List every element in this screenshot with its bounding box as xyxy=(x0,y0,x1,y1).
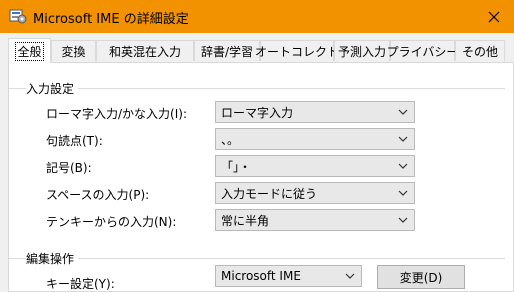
select-value: 、。 xyxy=(221,132,240,147)
symbol-select[interactable]: 「」・ xyxy=(215,155,415,177)
space-input-label: スペースの入力(P): xyxy=(46,188,150,202)
tab-label: 全般 xyxy=(15,41,44,61)
chevron-down-icon xyxy=(398,190,408,196)
tab-other[interactable]: その他 xyxy=(455,40,505,61)
tab-conversion[interactable]: 変換 xyxy=(51,40,96,61)
numpad-input-select[interactable]: 常に半角 xyxy=(215,209,415,231)
edit-ops-title: 編集操作 xyxy=(26,250,79,267)
symbol-label: 記号(B): xyxy=(46,161,92,175)
title-bar: Microsoft IME の詳細設定 xyxy=(0,0,514,33)
chevron-down-icon xyxy=(345,273,355,279)
key-setting-label: キー設定(Y): xyxy=(46,277,115,291)
chevron-down-icon xyxy=(398,217,408,223)
tab-label: プライバシー xyxy=(386,44,459,59)
select-value: 常に半角 xyxy=(221,213,270,228)
select-value: ローマ字入力 xyxy=(221,105,294,120)
tab-strip: 全般 変換 和英混在入力 辞書/学習 オートコレクト 予測入力 プライバシー そ… xyxy=(8,38,514,63)
tab-label: オートコレクト xyxy=(255,44,340,59)
change-key-button[interactable]: 変更(D) xyxy=(377,265,465,289)
general-tab-panel: 入力設定 ローマ字入力/かな入力(I): ローマ字入力 句読点(T): 、。 記… xyxy=(8,62,514,292)
tab-dictionary[interactable]: 辞書/学習 xyxy=(194,40,260,61)
input-settings-title: 入力設定 xyxy=(26,80,79,97)
tab-prediction[interactable]: 予測入力 xyxy=(334,40,390,61)
romaji-kana-select[interactable]: ローマ字入力 xyxy=(215,101,415,123)
tab-label: その他 xyxy=(461,44,498,59)
romaji-kana-label: ローマ字入力/かな入力(I): xyxy=(46,107,187,121)
tab-general[interactable]: 全般 xyxy=(8,38,51,63)
select-value: 入力モードに従う xyxy=(221,186,318,201)
select-value: 「」・ xyxy=(221,159,252,174)
chevron-down-icon xyxy=(398,136,408,142)
tab-autocorrect[interactable]: オートコレクト xyxy=(255,40,339,61)
tab-label: 和英混在入力 xyxy=(108,44,181,59)
punctuation-select[interactable]: 、。 xyxy=(215,128,415,150)
punctuation-label: 句読点(T): xyxy=(46,134,103,148)
tab-label: 予測入力 xyxy=(337,44,386,59)
select-value: Microsoft IME xyxy=(221,269,301,283)
tab-mixed-input[interactable]: 和英混在入力 xyxy=(96,40,194,61)
key-setting-select[interactable]: Microsoft IME xyxy=(215,265,362,287)
close-button[interactable] xyxy=(474,0,514,33)
group-divider xyxy=(9,258,505,259)
tab-label: 辞書/学習 xyxy=(200,44,254,59)
numpad-input-label: テンキーからの入力(N): xyxy=(46,215,177,229)
chevron-down-icon xyxy=(398,109,408,115)
chevron-down-icon xyxy=(398,163,408,169)
window-title: Microsoft IME の詳細設定 xyxy=(33,12,189,27)
space-input-select[interactable]: 入力モードに従う xyxy=(215,182,415,204)
close-icon xyxy=(488,11,500,22)
group-divider xyxy=(9,88,505,89)
tab-privacy[interactable]: プライバシー xyxy=(387,40,458,61)
tab-label: 変換 xyxy=(61,44,86,59)
ime-settings-icon xyxy=(9,9,27,24)
